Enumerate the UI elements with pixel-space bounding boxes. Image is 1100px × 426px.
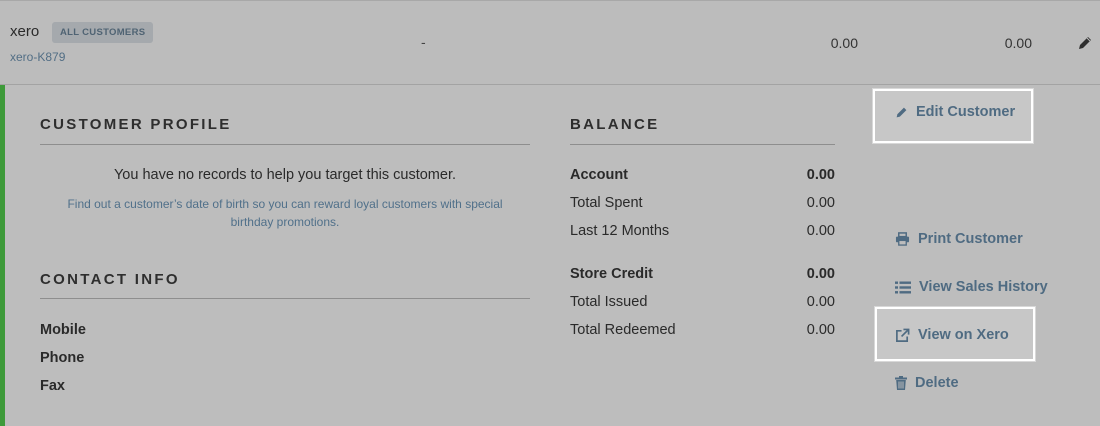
balance-total-issued-label: Total Issued [570,294,648,310]
balance-total-spent-value: 0.00 [806,195,835,211]
customer-column-value-1: 0.00 [830,35,858,51]
profile-hint: Find out a customer’s date of birth so y… [67,197,503,229]
contact-phone-label: Phone [40,350,85,366]
divider [40,144,530,145]
customer-code: xero-K879 [10,50,66,64]
balance-account-value: 0.00 [806,167,835,183]
balance-total-spent-label: Total Spent [570,195,643,211]
balance-total-redeemed-value: 0.00 [806,322,835,338]
customer-row[interactable]: xero ALL CUSTOMERS xero-K879 - 0.00 0.00 [0,0,1100,85]
divider [40,298,530,299]
pencil-icon [896,107,907,117]
balance-store-credit-value: 0.00 [806,266,835,282]
contact-info-title: CONTACT INFO [40,271,180,288]
contact-fax-label: Fax [40,378,65,394]
printer-icon [895,232,910,246]
balance-total-issued-value: 0.00 [806,294,835,310]
balance-total-redeemed-label: Total Redeemed [570,322,676,338]
view-on-xero-label: View on Xero [918,327,1009,343]
edit-customer-label: Edit Customer [916,104,1016,120]
external-link-icon [896,328,910,342]
customer-column-value-2: 0.00 [1004,35,1032,51]
customer-group-badge: ALL CUSTOMERS [52,22,154,43]
delete-button[interactable]: Delete [895,375,959,391]
list-icon [895,281,911,293]
contact-mobile-label: Mobile [40,322,86,338]
delete-label: Delete [915,375,959,391]
balance-last-12-months-value: 0.00 [806,223,835,239]
view-sales-history-label: View Sales History [919,279,1048,295]
edit-customer-button[interactable]: Edit Customer [895,104,1015,120]
customer-profile-title: CUSTOMER PROFILE [40,116,232,133]
balance-last-12-months-label: Last 12 Months [570,223,670,239]
balance-title: BALANCE [570,116,660,133]
view-sales-history-button[interactable]: View Sales History [895,279,1048,295]
print-customer-label: Print Customer [918,231,1023,247]
customer-name: xero [10,23,40,40]
view-on-xero-button[interactable]: View on Xero [895,327,1009,343]
customer-column-dash: - [421,34,426,50]
divider [570,144,835,145]
selected-indicator [0,85,5,426]
print-customer-button[interactable]: Print Customer [895,231,1023,247]
balance-account-label: Account [570,167,628,183]
pencil-icon[interactable] [1077,35,1093,51]
balance-store-credit-label: Store Credit [570,266,653,282]
profile-no-records: You have no records to help you target t… [113,167,457,183]
trash-icon [895,376,907,390]
